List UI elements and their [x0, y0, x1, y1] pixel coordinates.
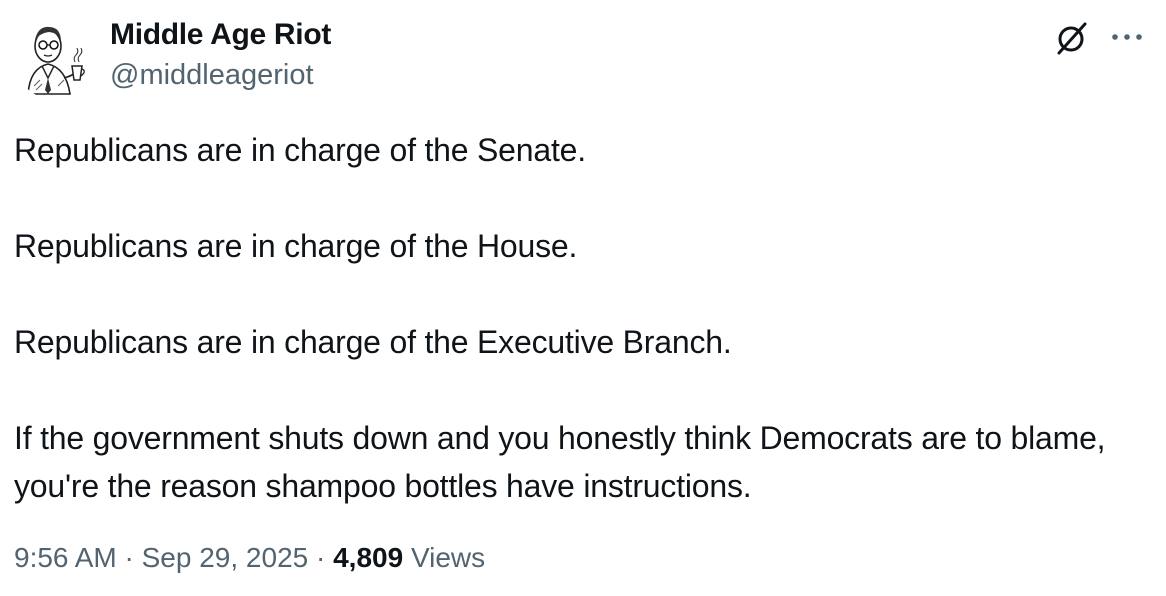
- tweet-paragraph: Republicans are in charge of the Executi…: [14, 324, 732, 360]
- meta-separator: ·: [308, 542, 334, 573]
- meta-separator: ·: [116, 542, 142, 573]
- tweet-paragraph: Republicans are in charge of the House.: [14, 228, 578, 264]
- tweet-text: Republicans are in charge of the Senate.…: [14, 126, 1154, 510]
- slashed-circle-icon[interactable]: [1054, 20, 1090, 56]
- vintage-man-drawing-icon: [27, 26, 85, 95]
- views-label[interactable]: Views: [411, 542, 485, 573]
- ellipsis-icon[interactable]: [1110, 22, 1144, 52]
- tweet-meta: 9:56 AM · Sep 29, 2025 · 4,809 Views: [14, 538, 485, 578]
- tweet-paragraph: If the government shuts down and you hon…: [14, 420, 1106, 504]
- author-handle[interactable]: @middleageriot: [110, 56, 314, 94]
- tweet-date-link[interactable]: Sep 29, 2025: [142, 542, 309, 573]
- avatar[interactable]: [14, 16, 98, 100]
- views-count[interactable]: 4,809: [333, 542, 403, 573]
- tweet-card: Middle Age Riot @middleageriot Republica…: [0, 0, 1166, 596]
- author-display-name[interactable]: Middle Age Riot: [110, 16, 331, 54]
- tweet-paragraph: Republicans are in charge of the Senate.: [14, 132, 586, 168]
- tweet-time-link[interactable]: 9:56 AM: [14, 542, 117, 573]
